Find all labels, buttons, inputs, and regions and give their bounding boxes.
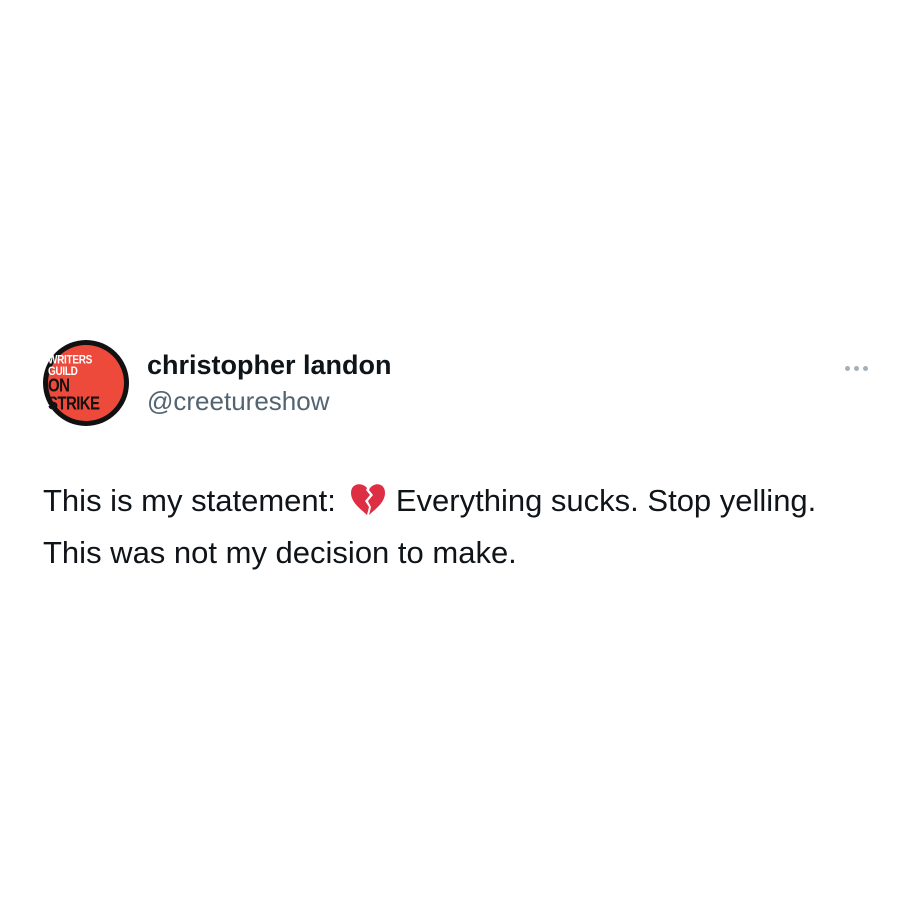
avatar-badge: WRITERS GUILD ON STRIKE (48, 345, 124, 421)
author-handle[interactable]: @creetureshow (147, 384, 392, 418)
tweet-text-line-2: This was not my decision to make. (43, 535, 517, 570)
more-horizontal-icon (844, 365, 850, 371)
broken-heart-icon (350, 483, 386, 530)
avatar[interactable]: WRITERS GUILD ON STRIKE (43, 340, 129, 426)
more-options-button[interactable] (839, 358, 873, 378)
tweet-card: WRITERS GUILD ON STRIKE christopher land… (43, 340, 877, 576)
avatar-text-bottom: ON STRIKE (48, 375, 100, 414)
tweet-text-line-1: This is my statement: Everything sucks. … (43, 478, 877, 530)
tweet-text: This is my statement: Everything sucks. … (43, 478, 877, 576)
more-horizontal-icon-dot (853, 365, 859, 371)
tweet-header: WRITERS GUILD ON STRIKE christopher land… (43, 340, 877, 430)
tweet-text-segment: This is my statement: (43, 483, 336, 518)
tweet-text-segment: Everything sucks. Stop yelling. (395, 483, 817, 518)
avatar-text-top: WRITERS GUILD (48, 353, 93, 378)
more-horizontal-icon-dot (862, 365, 868, 371)
author-info: christopher landon @creetureshow (147, 348, 392, 418)
author-display-name[interactable]: christopher landon (147, 348, 392, 382)
